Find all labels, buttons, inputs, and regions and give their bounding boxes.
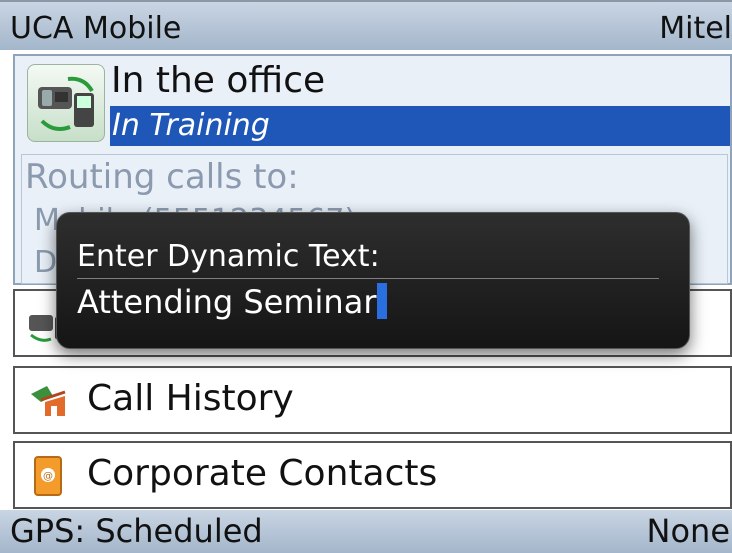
carrier-label: Mitel [659, 11, 732, 46]
presence-title: In the office [111, 60, 326, 101]
dynamic-text-value: Attending Seminar [77, 283, 377, 321]
contacts-book-icon: @ [34, 456, 62, 496]
presence-subtitle-selected[interactable]: In Training [110, 106, 730, 146]
list-item-corporate-contacts[interactable]: @ Corporate Contacts [13, 441, 732, 509]
routing-label: Routing calls to: [25, 157, 299, 197]
gps-status: GPS: Scheduled [10, 512, 263, 550]
dialog-prompt: Enter Dynamic Text: [77, 239, 380, 274]
call-history-label: Call History [87, 378, 294, 419]
dynamic-text-input[interactable]: Attending Seminar [77, 283, 388, 321]
app-title: UCA Mobile [10, 11, 182, 46]
dynamic-text-dialog: Enter Dynamic Text: Attending Seminar [56, 212, 690, 349]
status-bar: GPS: Scheduled None [0, 510, 732, 553]
text-cursor [377, 283, 388, 319]
svg-text:@: @ [43, 471, 53, 482]
list-item-call-history[interactable]: Call History [13, 366, 732, 434]
status-value: None [646, 512, 730, 550]
call-history-icon [31, 386, 66, 416]
presence-phone-icon [27, 64, 105, 142]
title-bar: UCA Mobile Mitel [0, 0, 732, 50]
corporate-contacts-label: Corporate Contacts [87, 453, 438, 494]
dialog-divider [77, 278, 659, 279]
